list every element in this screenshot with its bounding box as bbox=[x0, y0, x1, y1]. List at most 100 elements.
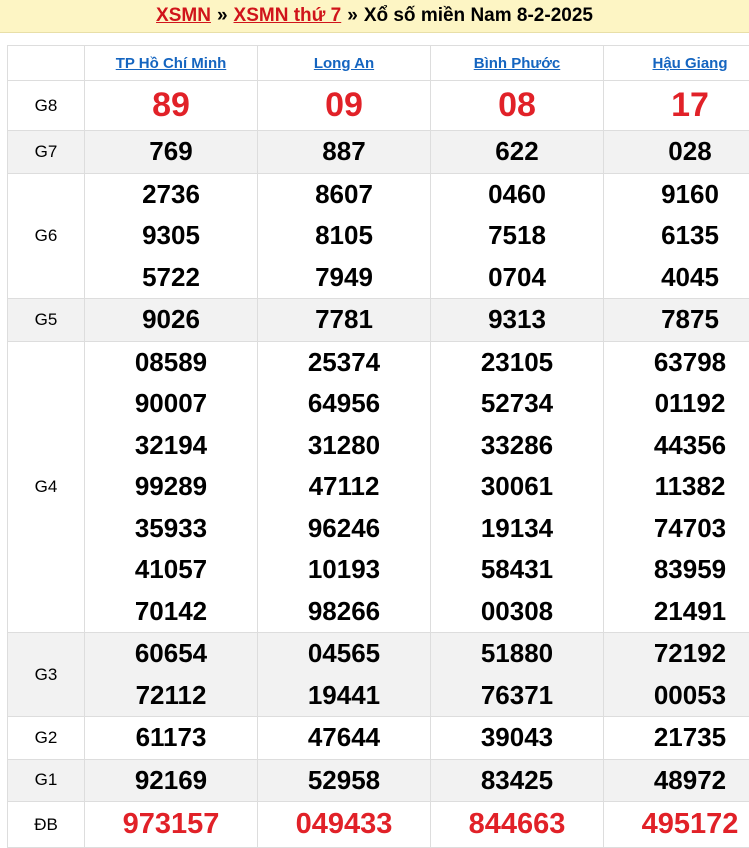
prize-number: 33286 bbox=[431, 425, 603, 467]
prize-number: 30061 bbox=[431, 466, 603, 508]
prize-row: G7769887622028 bbox=[8, 131, 749, 174]
prize-cell: 028 bbox=[604, 131, 749, 174]
prize-number: 72192 bbox=[604, 633, 749, 675]
prize-number: 63798 bbox=[604, 342, 749, 384]
prize-row: G408589900073219499289359334105770142253… bbox=[8, 341, 749, 633]
prize-cell: 7781 bbox=[258, 299, 431, 342]
province-header-row: TP Hồ Chí Minh Long An Bình Phước Hậu Gi… bbox=[8, 46, 749, 81]
prize-number: 74703 bbox=[604, 508, 749, 550]
province-link[interactable]: Long An bbox=[314, 55, 374, 72]
prize-number: 887 bbox=[258, 131, 430, 173]
page-header: XSMN » XSMN thứ 7 » Xổ số miền Nam 8-2-2… bbox=[0, 0, 749, 33]
prize-number: 04565 bbox=[258, 633, 430, 675]
prize-label: G2 bbox=[8, 717, 85, 760]
prize-row: G192169529588342548972 bbox=[8, 759, 749, 802]
prize-number: 52958 bbox=[258, 760, 430, 802]
province-link[interactable]: Bình Phước bbox=[474, 55, 561, 72]
prize-cell: 21735 bbox=[604, 717, 749, 760]
prize-number: 4045 bbox=[604, 257, 749, 299]
prize-number: 31280 bbox=[258, 425, 430, 467]
province-link[interactable]: TP Hồ Chí Minh bbox=[116, 55, 227, 72]
prize-number: 7518 bbox=[431, 215, 603, 257]
prize-cell: 887 bbox=[258, 131, 431, 174]
prize-number: 35933 bbox=[85, 508, 257, 550]
prize-number: 48972 bbox=[604, 760, 749, 802]
prize-number: 973157 bbox=[85, 802, 257, 847]
prize-cell: 08 bbox=[431, 81, 604, 131]
prize-label: G1 bbox=[8, 759, 85, 802]
prize-number: 21735 bbox=[604, 717, 749, 759]
prize-label: G7 bbox=[8, 131, 85, 174]
prize-number: 5722 bbox=[85, 257, 257, 299]
prize-number: 028 bbox=[604, 131, 749, 173]
province-header: Long An bbox=[258, 46, 431, 81]
prize-number: 9313 bbox=[431, 299, 603, 341]
prize-number: 32194 bbox=[85, 425, 257, 467]
prize-cell: 92169 bbox=[85, 759, 258, 802]
prize-row: G59026778193137875 bbox=[8, 299, 749, 342]
prize-number: 11382 bbox=[604, 466, 749, 508]
prize-number: 0460 bbox=[431, 174, 603, 216]
prize-number: 21491 bbox=[604, 591, 749, 633]
prize-cell: 916061354045 bbox=[604, 173, 749, 299]
prize-number: 0704 bbox=[431, 257, 603, 299]
prize-number: 08589 bbox=[85, 342, 257, 384]
prize-number: 7781 bbox=[258, 299, 430, 341]
prize-number: 08 bbox=[431, 81, 603, 130]
prize-cell: 973157 bbox=[85, 802, 258, 848]
xsmn-link[interactable]: XSMN bbox=[156, 5, 211, 27]
prize-number: 9026 bbox=[85, 299, 257, 341]
prize-number: 769 bbox=[85, 131, 257, 173]
prize-cell: 83425 bbox=[431, 759, 604, 802]
prize-number: 23105 bbox=[431, 342, 603, 384]
prize-number: 83425 bbox=[431, 760, 603, 802]
prize-cell: 52958 bbox=[258, 759, 431, 802]
prize-row: G360654721120456519441518807637172192000… bbox=[8, 633, 749, 717]
prize-cell: 049433 bbox=[258, 802, 431, 848]
prize-cell: 9313 bbox=[431, 299, 604, 342]
prize-label: G8 bbox=[8, 81, 85, 131]
xsmn-thu7-link[interactable]: XSMN thứ 7 bbox=[234, 5, 342, 27]
prize-number: 39043 bbox=[431, 717, 603, 759]
breadcrumb-separator: » bbox=[347, 5, 358, 27]
prize-cell: 495172 bbox=[604, 802, 749, 848]
prize-cell: 39043 bbox=[431, 717, 604, 760]
prize-number: 6135 bbox=[604, 215, 749, 257]
province-link[interactable]: Hậu Giang bbox=[652, 55, 727, 72]
prize-number: 58431 bbox=[431, 549, 603, 591]
prize-cell: 273693055722 bbox=[85, 173, 258, 299]
prize-label: G6 bbox=[8, 173, 85, 299]
prize-cell: 860781057949 bbox=[258, 173, 431, 299]
prize-label: ĐB bbox=[8, 802, 85, 848]
prize-number: 96246 bbox=[258, 508, 430, 550]
prize-number: 01192 bbox=[604, 383, 749, 425]
prize-number: 19441 bbox=[258, 675, 430, 717]
prize-cell: 08589900073219499289359334105770142 bbox=[85, 341, 258, 633]
prize-row: G627369305572286078105794904607518070491… bbox=[8, 173, 749, 299]
prize-number: 8607 bbox=[258, 174, 430, 216]
prize-number: 2736 bbox=[85, 174, 257, 216]
prize-row: ĐB973157049433844663495172 bbox=[8, 802, 749, 848]
prize-number: 844663 bbox=[431, 802, 603, 847]
prize-number: 92169 bbox=[85, 760, 257, 802]
prize-number: 99289 bbox=[85, 466, 257, 508]
prize-cell: 9026 bbox=[85, 299, 258, 342]
prize-cell: 7219200053 bbox=[604, 633, 749, 717]
prize-number: 70142 bbox=[85, 591, 257, 633]
prize-cell: 7875 bbox=[604, 299, 749, 342]
prize-row: G889090817 bbox=[8, 81, 749, 131]
province-header: TP Hồ Chí Minh bbox=[85, 46, 258, 81]
prize-number: 41057 bbox=[85, 549, 257, 591]
prize-cell: 0456519441 bbox=[258, 633, 431, 717]
province-header: Bình Phước bbox=[431, 46, 604, 81]
prize-number: 44356 bbox=[604, 425, 749, 467]
prize-number: 76371 bbox=[431, 675, 603, 717]
prize-number: 7949 bbox=[258, 257, 430, 299]
prize-number: 049433 bbox=[258, 802, 430, 847]
prize-number: 98266 bbox=[258, 591, 430, 633]
prize-label: G5 bbox=[8, 299, 85, 342]
prize-number: 495172 bbox=[604, 802, 749, 847]
prize-cell: 5188076371 bbox=[431, 633, 604, 717]
prize-cell: 89 bbox=[85, 81, 258, 131]
prize-number: 89 bbox=[85, 81, 257, 130]
